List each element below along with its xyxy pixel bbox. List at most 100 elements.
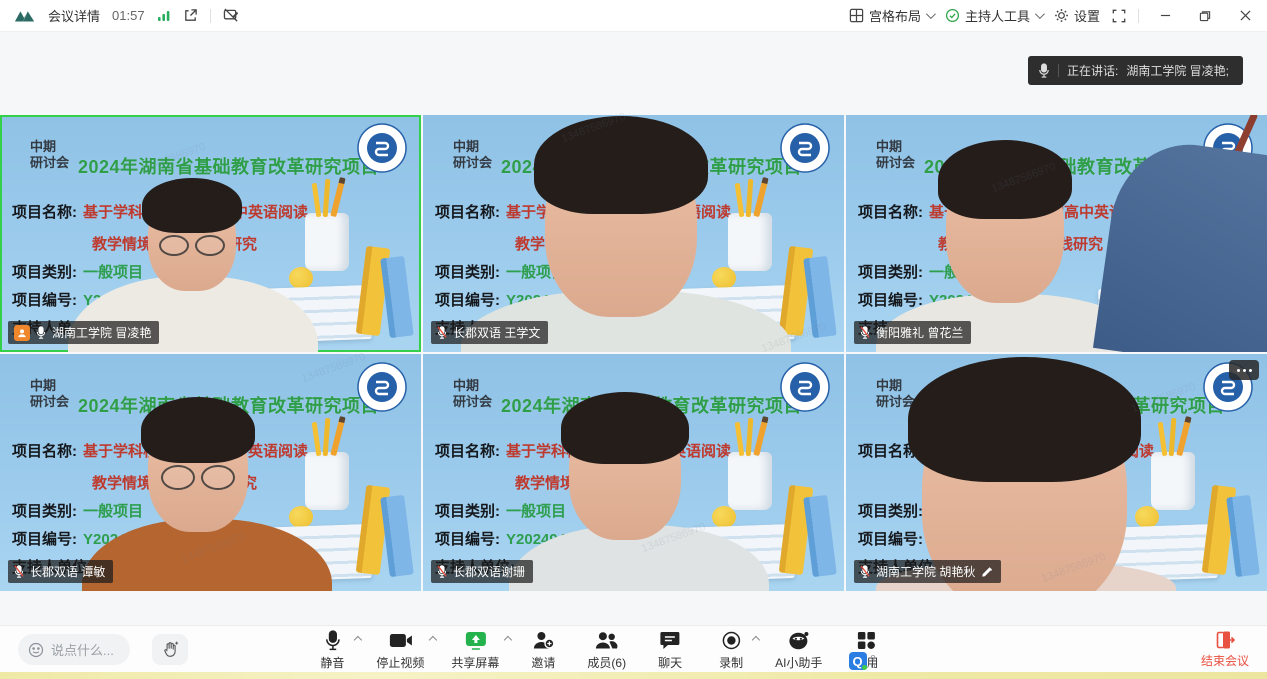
members-icon <box>595 629 618 652</box>
participant-name: 长郡双语 王学文 <box>453 324 540 341</box>
app-logo-icon <box>14 9 36 23</box>
active-speaker-toast: 正在讲话: 湖南工学院 冒凌艳; <box>1028 56 1243 85</box>
host-tools-button[interactable]: 主持人工具 <box>945 6 1042 25</box>
background-window-strip <box>0 672 1267 679</box>
divider <box>1138 9 1139 23</box>
university-logo <box>780 123 830 173</box>
speaking-label: 正在讲话: <box>1067 62 1118 79</box>
divider <box>1058 64 1059 77</box>
participant-name: 湖南工学院 冒凌艳 <box>52 324 151 341</box>
video-tile-zenghualan[interactable]: 中期研讨会 2024年湖南省基础教育改革研究项目 项目名称:基于学科核心素养的高… <box>846 115 1267 352</box>
virtual-background: 中期研讨会 2024年湖南省基础教育改革研究项目 项目名称:基于学科核心素养的高… <box>0 115 421 352</box>
participant-name-badge: 湖南工学院 胡艳秋 <box>854 560 1001 583</box>
host-avatar-icon <box>14 325 30 341</box>
close-button[interactable] <box>1231 4 1259 28</box>
background-title: 2024年湖南省基础教育改革研究项目 <box>78 153 379 179</box>
share-meeting-icon[interactable] <box>183 8 198 23</box>
chevron-up-icon[interactable] <box>752 636 760 644</box>
university-logo <box>1203 123 1253 173</box>
chevron-down-icon <box>926 9 936 19</box>
university-logo <box>780 362 830 412</box>
host-tools-label: 主持人工具 <box>965 6 1030 25</box>
share-screen-icon <box>464 629 486 652</box>
end-meeting-icon <box>1215 630 1235 650</box>
video-grid: 中期研讨会 2024年湖南省基础教育改革研究项目 项目名称:基于学科核心素养的高… <box>0 115 1267 591</box>
bottom-toolbar: 说点什么... 静音 停止视频 共享屏幕 邀请 <box>0 625 1267 672</box>
participant-name: 衡阳雅礼 曾花兰 <box>876 324 963 341</box>
participant-name: 长郡双语谢珊 <box>453 563 525 580</box>
settings-label: 设置 <box>1074 6 1100 25</box>
quick-chat-input[interactable]: 说点什么... <box>18 634 130 665</box>
video-tile-xieshan[interactable]: 中期研讨会 2024年湖南省基础教育改革研究项目 项目名称:基于学科核心素养的高… <box>423 354 844 591</box>
chevron-up-icon[interactable] <box>503 636 511 644</box>
more-options-button[interactable] <box>1229 360 1259 380</box>
microphone-muted-icon <box>860 326 870 339</box>
participant-name: 长郡双语 谭敏 <box>30 563 105 580</box>
fullscreen-icon[interactable] <box>1112 9 1126 23</box>
meeting-details-button[interactable]: 会议详情 <box>48 6 100 25</box>
chat-placeholder: 说点什么... <box>51 640 114 659</box>
background-badge: 中期研讨会 <box>30 139 69 171</box>
meeting-window: 会议详情 01:57 宫格布局 主持人工具 <box>0 0 1267 679</box>
grid-layout-button[interactable]: 宫格布局 <box>849 6 933 25</box>
record-icon <box>722 629 741 652</box>
divider <box>210 9 211 23</box>
restore-button[interactable] <box>1191 4 1219 28</box>
chevron-down-icon <box>1035 9 1045 19</box>
meeting-timer: 01:57 <box>112 8 145 23</box>
participant-name-badge: 长郡双语谢珊 <box>431 560 533 583</box>
university-logo <box>357 362 407 412</box>
annotation-disabled-icon[interactable] <box>223 8 239 23</box>
video-tile-maolingyan[interactable]: 中期研讨会 2024年湖南省基础教育改革研究项目 项目名称:基于学科核心素养的高… <box>0 115 421 352</box>
signal-strength-icon <box>157 10 171 22</box>
microphone-muted-icon <box>437 326 447 339</box>
mute-button[interactable]: 静音 <box>315 629 349 671</box>
university-logo <box>357 123 407 173</box>
microphone-icon <box>324 629 340 652</box>
participant-name-badge: 衡阳雅礼 曾花兰 <box>854 321 971 344</box>
microphone-muted-icon <box>860 565 870 578</box>
ai-assistant-icon <box>788 629 809 652</box>
invite-button[interactable]: 邀请 <box>526 629 560 671</box>
settings-button[interactable]: 设置 <box>1054 6 1100 25</box>
stop-video-button[interactable]: 停止视频 <box>376 629 424 671</box>
share-screen-button[interactable]: 共享屏幕 <box>451 629 499 671</box>
emoji-icon <box>28 642 44 658</box>
participant-name-badge: 长郡双语 谭敏 <box>8 560 113 583</box>
ime-mode-icons: ou <box>871 653 876 669</box>
gear-icon <box>1054 8 1069 23</box>
invite-icon <box>533 629 554 652</box>
microphone-on-icon <box>36 326 46 339</box>
minimize-button[interactable] <box>1151 4 1179 28</box>
host-tools-icon <box>945 8 960 23</box>
microphone-muted-icon <box>437 565 447 578</box>
microphone-icon <box>1038 63 1050 78</box>
chat-icon <box>660 629 680 652</box>
toolbar-buttons: 静音 停止视频 共享屏幕 邀请 成员(6) 聊天 <box>315 629 883 671</box>
grid-layout-label: 宫格布局 <box>869 6 921 25</box>
meeting-stage: 13487586970 13487586970 13487586970 1348… <box>0 32 1267 625</box>
chevron-up-icon[interactable] <box>353 636 361 644</box>
speaking-name: 湖南工学院 冒凌艳; <box>1126 62 1229 79</box>
ai-assistant-button[interactable]: AI小助手 <box>775 629 822 671</box>
ime-q-icon: Q <box>849 652 867 670</box>
meeting-details-label: 会议详情 <box>48 6 100 25</box>
grid-layout-icon <box>849 8 864 23</box>
chat-button[interactable]: 聊天 <box>653 629 687 671</box>
members-button[interactable]: 成员(6) <box>587 629 626 671</box>
pen-annotation-icon <box>981 566 993 577</box>
video-tile-huyanqiu[interactable]: 中期研讨会 2024年湖南省基础教育改革研究项目 项目名称:基于学科核心素养的高… <box>846 354 1267 591</box>
chevron-up-icon[interactable] <box>428 636 436 644</box>
record-button[interactable]: 录制 <box>714 629 748 671</box>
participant-name-badge: 湖南工学院 冒凌艳 <box>8 321 159 344</box>
video-tile-tanmin[interactable]: 中期研讨会 2024年湖南省基础教育改革研究项目 项目名称:基于学科核心素养的高… <box>0 354 421 591</box>
participant-name: 湖南工学院 胡艳秋 <box>876 563 975 580</box>
raise-hand-button[interactable] <box>152 634 188 665</box>
titlebar: 会议详情 01:57 宫格布局 主持人工具 <box>0 0 1267 32</box>
microphone-muted-icon <box>14 565 24 578</box>
end-meeting-button[interactable]: 结束会议 <box>1201 630 1249 669</box>
participant-name-badge: 长郡双语 王学文 <box>431 321 548 344</box>
input-method-indicator[interactable]: Q ou <box>849 652 876 670</box>
camera-icon <box>388 629 412 652</box>
video-tile-wangxuewen[interactable]: 中期研讨会 2024年湖南省基础教育改革研究项目 项目名称:基于学科核心素养的高… <box>423 115 844 352</box>
